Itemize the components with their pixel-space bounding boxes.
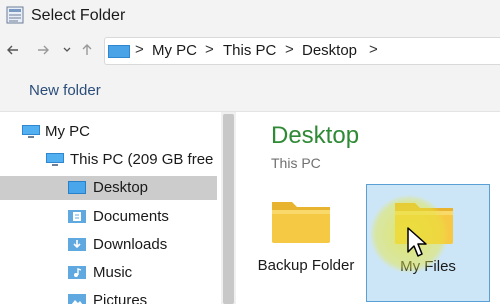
location-title: Desktop [271,122,360,149]
up-button[interactable] [78,40,96,60]
sidebar-scrollbar[interactable] [221,112,236,304]
desktop-folder-icon [68,181,86,194]
back-button[interactable] [4,40,22,60]
pictures-folder-icon [68,294,86,304]
documents-folder-icon [68,210,86,223]
sidebar-item-this-pc[interactable]: This PC (209 GB free [0,148,217,172]
scrollbar-thumb[interactable] [223,114,234,304]
address-bar[interactable]: > My PC > This PC > Desktop > [104,37,500,65]
monitor-icon [46,153,64,166]
sidebar-item-label: Documents [93,208,169,225]
forward-button[interactable] [34,40,52,60]
monitor-icon [108,45,130,58]
sidebar-item-label: This PC (209 GB free [70,151,214,168]
sidebar-item-label: Desktop [93,179,149,196]
breadcrumb-desktop[interactable]: Desktop [302,42,357,59]
title-bar: Select Folder [0,0,500,32]
music-folder-icon [68,266,86,279]
sidebar-item-pictures[interactable]: Pictures [0,289,217,304]
location-subtitle: This PC [271,155,321,171]
mouse-cursor-icon [407,227,427,257]
breadcrumb-this-pc[interactable]: This PC [223,42,276,59]
breadcrumb-separator: > [135,41,144,58]
recent-locations-button[interactable] [58,40,76,60]
new-folder-button[interactable]: New folder [29,82,101,99]
sidebar-item-my-pc[interactable]: My PC [0,120,217,144]
navigation-pane: My PC This PC (209 GB free Desktop Docum… [0,112,221,304]
arrow-up-icon [82,44,92,55]
folder-tile-backup[interactable]: Backup Folder [244,184,368,302]
window-title: Select Folder [31,7,126,24]
breadcrumb-separator: > [205,41,214,58]
folder-content-pane: Desktop This PC Backup Folder My Files [236,112,500,304]
breadcrumb-my-pc[interactable]: My PC [152,42,197,59]
arrow-left-icon [7,45,18,55]
breadcrumb-separator: > [285,41,294,58]
sidebar-item-label: Pictures [93,292,148,304]
chevron-down-icon [63,47,71,52]
folder-label: Backup Folder [257,257,355,274]
folder-icon [272,202,330,243]
sidebar-item-desktop[interactable]: Desktop [0,176,217,200]
computer-icon [22,125,40,138]
sidebar-item-documents[interactable]: Documents [0,205,217,229]
sidebar-item-label: Downloads [93,236,168,253]
arrow-right-icon [38,45,49,55]
sidebar-item-music[interactable]: Music [0,261,217,285]
sidebar-item-downloads[interactable]: Downloads [0,233,217,257]
breadcrumb-separator: > [369,41,378,58]
navigation-bar: > My PC > This PC > Desktop > [0,32,500,70]
downloads-folder-icon [68,238,86,251]
command-bar: New folder [0,70,500,112]
sidebar-item-label: My PC [45,123,90,140]
app-icon [6,6,24,24]
sidebar-item-label: Music [93,264,133,281]
